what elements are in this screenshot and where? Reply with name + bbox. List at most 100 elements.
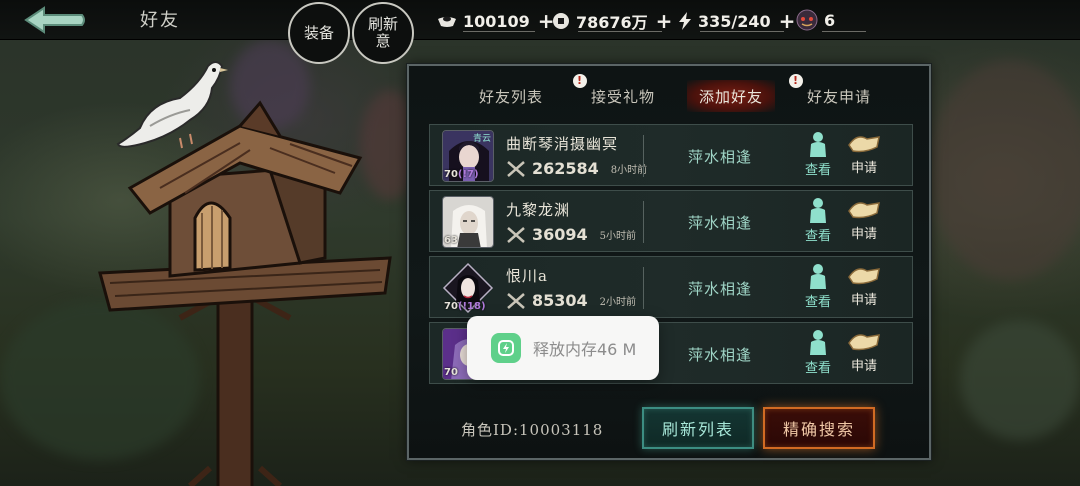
friends-panel: 好友列表 ! 接受礼物 添加好友 ! 好友申请 青云 70(!7) 曲断琴消摄幽…: [407, 64, 931, 460]
bg-rock: [960, 320, 1080, 440]
apply-label: 申请: [850, 161, 877, 176]
view-player-button[interactable]: 查看: [798, 263, 838, 313]
tab-accept-gifts[interactable]: ! 接受礼物: [573, 74, 665, 112]
demon-mask-icon: [796, 9, 818, 31]
ingot-resource[interactable]: 100109 +: [437, 9, 555, 33]
player-row: 青云 70(!7) 曲断琴消摄幽冥 262584 8小时前 萍水相逢 查看 申请: [429, 124, 913, 186]
demon-token-value: 6: [824, 10, 836, 30]
refresh-intent-button[interactable]: 刷新意: [352, 2, 414, 64]
toast-text: 释放内存46 M: [533, 340, 637, 359]
stamina-resource[interactable]: 335/240 +: [678, 9, 795, 33]
power-value: 36094: [532, 225, 588, 244]
last-online: 8小时前: [610, 165, 648, 176]
apply-friend-button[interactable]: 申请: [844, 329, 884, 379]
coin-value: 78676万: [576, 13, 648, 32]
view-player-button[interactable]: 查看: [798, 197, 838, 247]
player-level-value: 70: [444, 169, 458, 180]
player-name: 九黎龙渊: [506, 201, 571, 219]
last-online: 2小时前: [599, 297, 637, 308]
coin-underline: [578, 31, 662, 32]
demon-token-resource[interactable]: 6: [796, 9, 835, 31]
player-level-value: 70: [444, 301, 458, 312]
player-level: 70: [444, 367, 458, 378]
player-name: 曲断琴消摄幽冥: [506, 135, 619, 153]
player-level-value: 63: [444, 235, 458, 246]
tab-accept-gifts-label: 接受礼物: [590, 87, 655, 106]
row-divider: [643, 135, 644, 177]
ingot-icon: [438, 16, 456, 27]
player-power: 262584 8小时前: [506, 159, 647, 178]
memory-release-toast: 释放内存46 M: [467, 316, 659, 380]
view-label: 查看: [804, 163, 831, 178]
pigeon-birdhouse-illustration: [98, 61, 392, 486]
relation-status: 萍水相逢: [688, 346, 753, 364]
player-row: 63 九黎龙渊 36094 5小时前 萍水相逢 查看 申请: [429, 190, 913, 252]
view-label: 查看: [804, 361, 831, 376]
tab-friend-requests-label: 好友申请: [806, 87, 871, 106]
apply-friend-button[interactable]: 申请: [844, 131, 884, 181]
handshake-icon: [848, 136, 880, 153]
view-player-button[interactable]: 查看: [798, 329, 838, 379]
svg-text:青云: 青云: [473, 132, 491, 144]
relation-status: 萍水相逢: [688, 214, 753, 232]
demon-token-underline: [822, 31, 866, 32]
view-player-button[interactable]: 查看: [798, 131, 838, 181]
power-value: 262584: [532, 159, 599, 178]
top-bar: 好友 装备 刷新意 100109 + 78676万 + 335/240 + 6: [0, 0, 1080, 64]
apply-friend-button[interactable]: 申请: [844, 197, 884, 247]
apply-label: 申请: [850, 359, 877, 374]
lightning-icon: [679, 12, 691, 30]
tab-accept-gifts-badge: !: [573, 74, 587, 88]
player-power: 36094 5小时前: [506, 225, 636, 244]
crossed-swords-icon: [507, 292, 525, 309]
person-icon: [810, 264, 826, 289]
page-title: 好友: [140, 10, 180, 31]
view-label: 查看: [804, 229, 831, 244]
last-online: 5小时前: [599, 231, 637, 242]
coin-resource[interactable]: 78676万 +: [552, 9, 672, 33]
player-name: 恨川a: [506, 267, 548, 285]
role-id: 角色ID:10003118: [461, 421, 604, 439]
bg-building: [930, 60, 1080, 280]
person-icon: [810, 198, 826, 223]
equipment-button[interactable]: 装备: [288, 2, 350, 64]
player-level-extra: (!18): [457, 301, 486, 312]
person-icon: [810, 330, 826, 355]
refresh-list-button[interactable]: 刷新列表: [642, 407, 754, 449]
apply-friend-button[interactable]: 申请: [844, 263, 884, 313]
handshake-icon: [848, 268, 880, 285]
player-row: 70(!18) 恨川a 85304 2小时前 萍水相逢 查看 申请: [429, 256, 913, 318]
player-level-value: 70: [444, 367, 458, 378]
add-stamina-icon[interactable]: +: [779, 9, 796, 33]
player-level: 70(!7): [444, 169, 479, 180]
person-icon: [810, 132, 826, 157]
relation-status: 萍水相逢: [688, 148, 753, 166]
player-level: 70(!18): [444, 301, 486, 312]
view-label: 查看: [804, 295, 831, 310]
tab-friend-requests-badge: !: [789, 74, 803, 88]
power-value: 85304: [532, 291, 588, 310]
tab-friend-requests[interactable]: ! 好友申请: [789, 74, 881, 112]
back-arrow-icon[interactable]: [22, 4, 88, 36]
player-power: 85304 2小时前: [506, 291, 636, 310]
relation-status: 萍水相逢: [688, 280, 753, 298]
row-divider: [643, 267, 644, 309]
player-level-extra: (!7): [457, 169, 479, 180]
tab-add-friend[interactable]: 添加好友: [687, 80, 775, 112]
tab-friend-list-label: 好友列表: [478, 87, 543, 106]
add-coin-icon[interactable]: +: [656, 9, 673, 33]
player-level: 63: [444, 235, 458, 246]
lightning-boost-icon: [491, 333, 521, 363]
tab-add-friend-label: 添加好友: [698, 87, 763, 106]
ingot-value: 100109: [463, 11, 530, 31]
tab-friend-list[interactable]: 好友列表: [469, 80, 553, 112]
stamina-underline: [700, 31, 784, 32]
stamina-value: 335/240: [698, 11, 771, 31]
exact-search-button[interactable]: 精确搜索: [763, 407, 875, 449]
tab-bar: 好友列表 ! 接受礼物 添加好友 ! 好友申请: [409, 74, 929, 112]
crossed-swords-icon: [507, 226, 525, 243]
apply-label: 申请: [850, 227, 877, 242]
coin-icon: [553, 13, 569, 29]
crossed-swords-icon: [507, 160, 525, 177]
handshake-icon: [848, 334, 880, 351]
